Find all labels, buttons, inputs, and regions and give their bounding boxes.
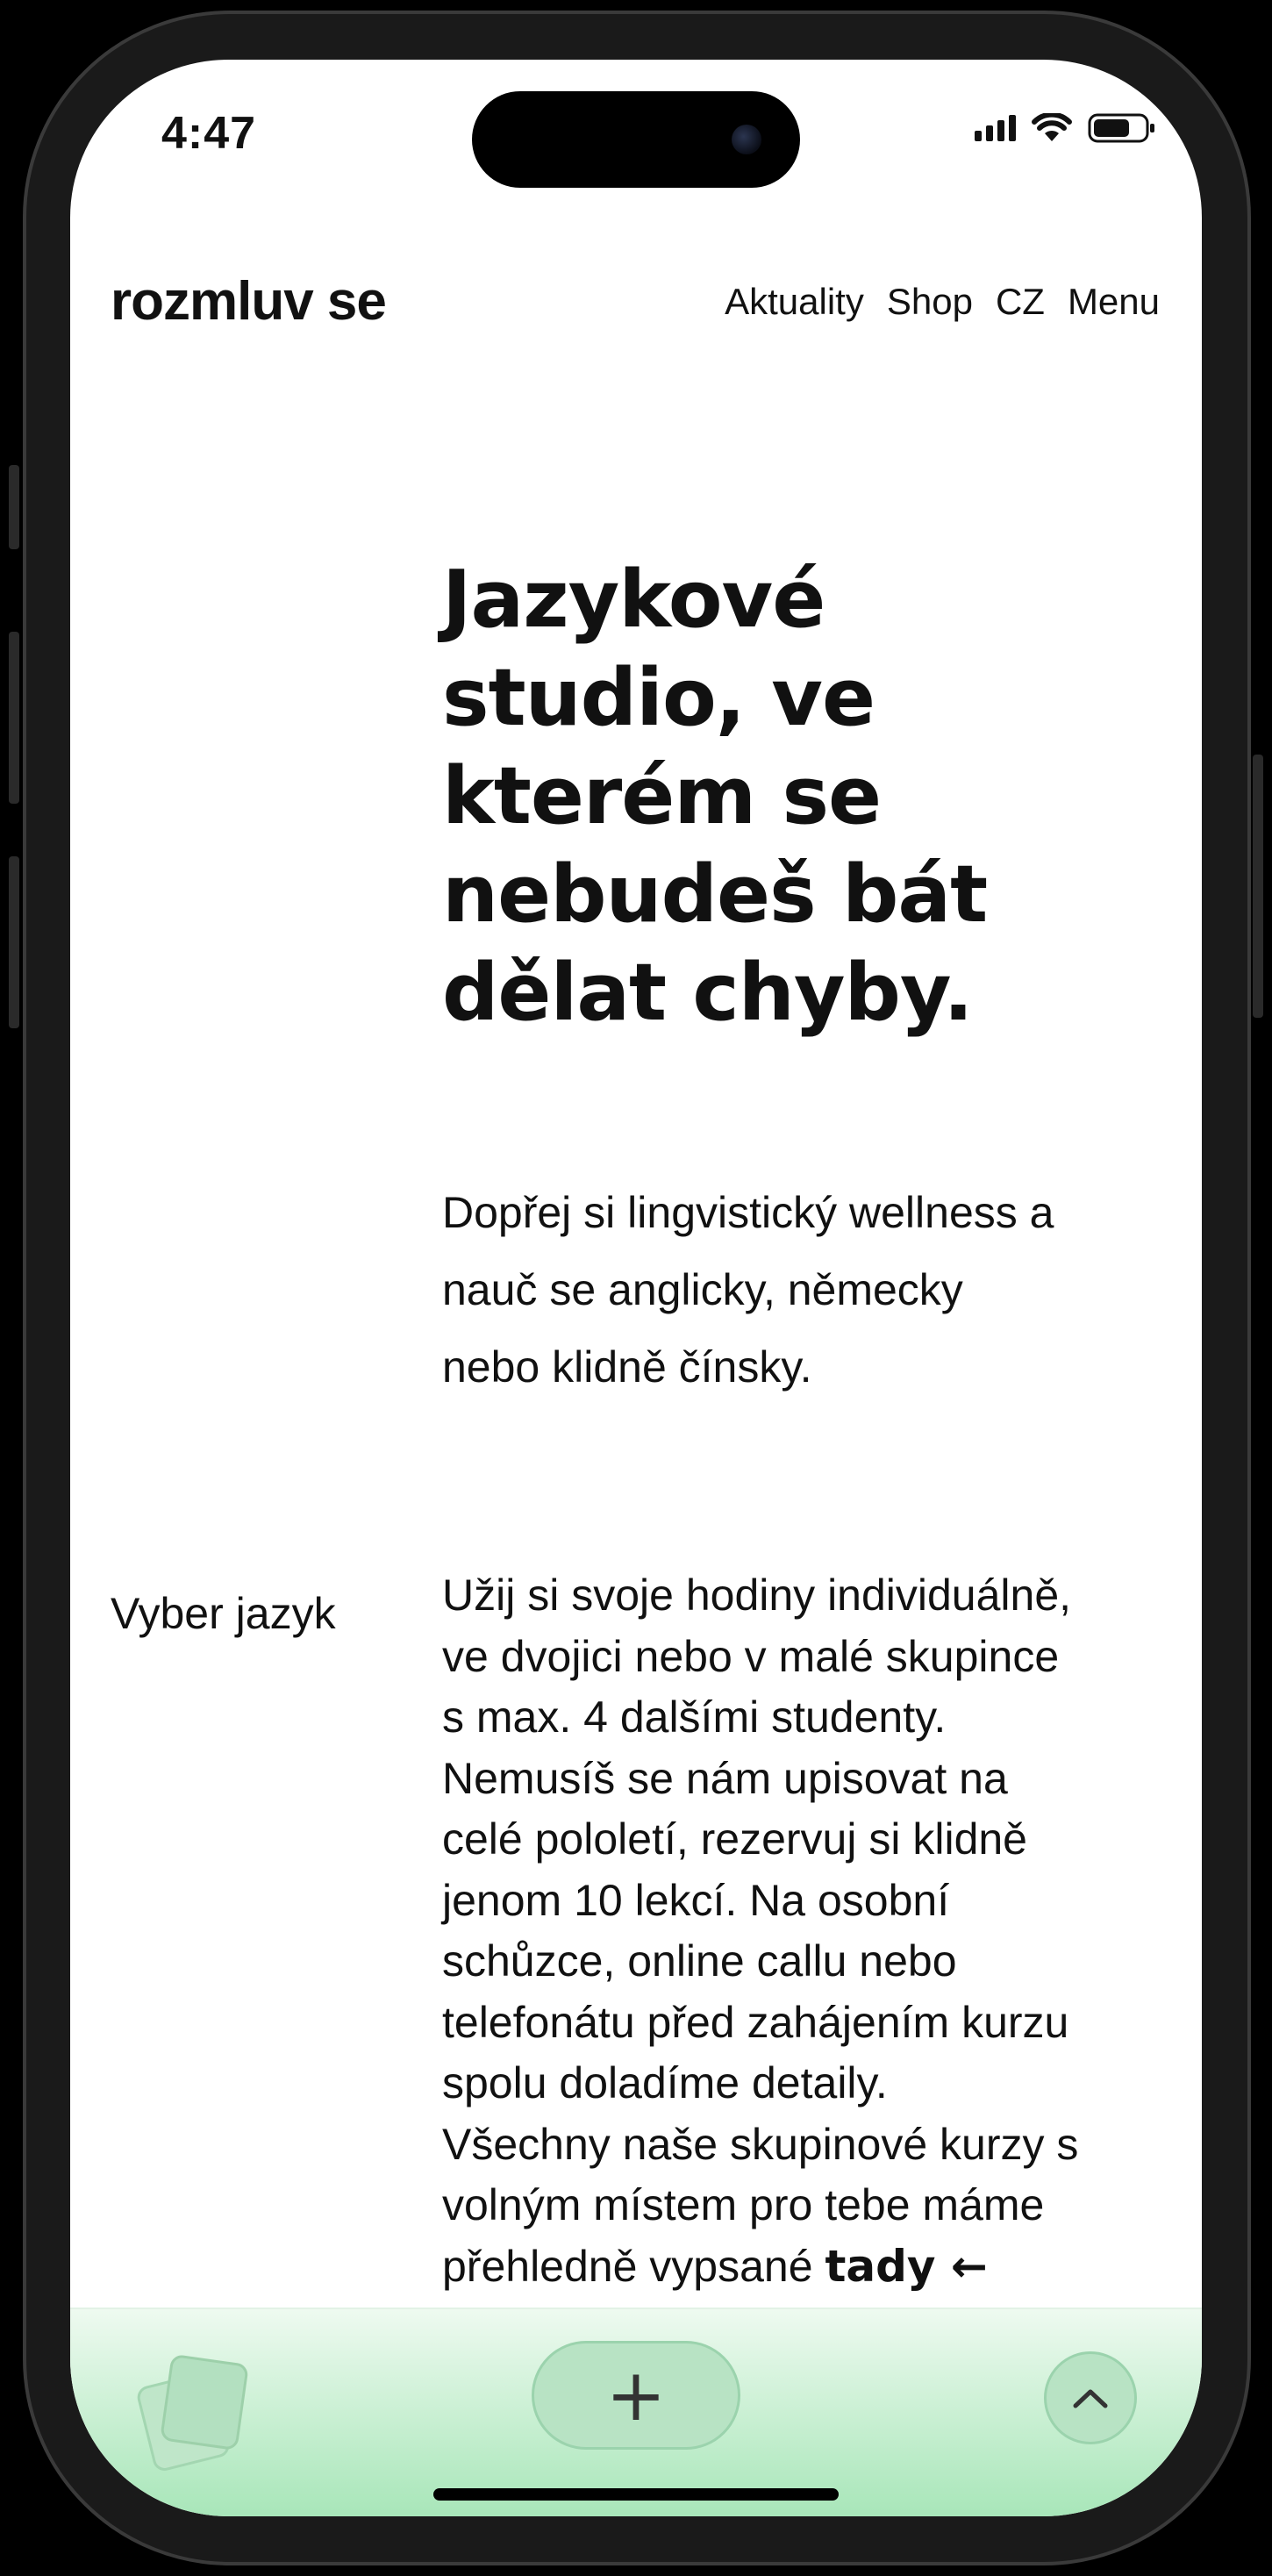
info-line: ve dvojici nebo v malé skupince [442,1631,1060,1681]
info-line: telefonátu před zahájením kurzu [442,1997,1069,2047]
dynamic-island [472,91,800,188]
nav-item-language[interactable]: CZ [996,281,1045,323]
hero-headline: Jazykové studio, ve kterém se nebudeš bá… [442,551,1161,1042]
status-time: 4:47 [161,108,257,159]
add-button[interactable]: + [532,2341,740,2450]
lead-line: nauč se anglicky, německy [442,1265,963,1314]
hero-line: kterém se [442,750,882,842]
info-line: Užij si svoje hodiny individuálně, [442,1571,1072,1620]
courses-link[interactable]: tady ← [825,2241,987,2292]
battery-icon [1088,113,1154,143]
info-line-last: přehledně vypsané tady ← [442,2236,1170,2298]
site-logo[interactable]: rozmluv se [111,270,387,333]
home-indicator[interactable] [433,2488,839,2501]
info-paragraph: Užij si svoje hodiny individuálně, ve dv… [442,1565,1170,2297]
volume-up-button [9,632,19,804]
lead-line: nebo klidně čínsky. [442,1342,812,1392]
info-line: jenom 10 lekcí. Na osobní [442,1875,950,1925]
mute-switch [9,465,19,549]
nav-item-menu[interactable]: Menu [1068,281,1160,323]
lead-line: Dopřej si lingvistický wellness a [442,1188,1054,1237]
info-line-prefix: přehledně vypsané [442,2241,825,2291]
hero-line: studio, ve [442,652,875,744]
cellular-signal-icon [975,115,1016,141]
scroll-top-button[interactable] [1044,2351,1137,2444]
screen: 4:47 rozmluv se Aktuality Shop CZ Menu J… [70,60,1202,2516]
hero-line: dělat chyby. [442,947,974,1039]
chevron-up-icon [1073,2389,1108,2408]
info-line: celé pololetí, rezervuj si klidně [442,1814,1027,1864]
info-line: s max. 4 dalšími studenty. [442,1692,947,1742]
bottom-toolbar: + [70,2308,1202,2516]
wifi-icon [1032,113,1072,141]
nav-item-shop[interactable]: Shop [887,281,973,323]
nav-item-aktuality[interactable]: Aktuality [725,281,864,323]
camera-icon [732,125,761,154]
volume-down-button [9,856,19,1028]
info-line: spolu doladíme detaily. [442,2058,888,2107]
hero-line: nebudeš bát [442,848,988,941]
info-line: Nemusíš se nám upisovat na [442,1753,1008,1803]
info-line: schůzce, online callu nebo [442,1936,957,1986]
power-button [1253,755,1263,1018]
status-icons [975,112,1156,144]
lead-paragraph: Dopřej si lingvistický wellness a nauč s… [442,1174,1170,1406]
cards-icon[interactable] [126,2344,258,2476]
hero-line: Jazykové [442,554,825,646]
top-nav: Aktuality Shop CZ Menu [725,281,1160,323]
choose-language-link[interactable]: Vyber jazyk [111,1588,336,1639]
info-line: volným místem pro tebe máme [442,2180,1045,2229]
info-line: Všechny naše skupinové kurzy s [442,2119,1079,2169]
